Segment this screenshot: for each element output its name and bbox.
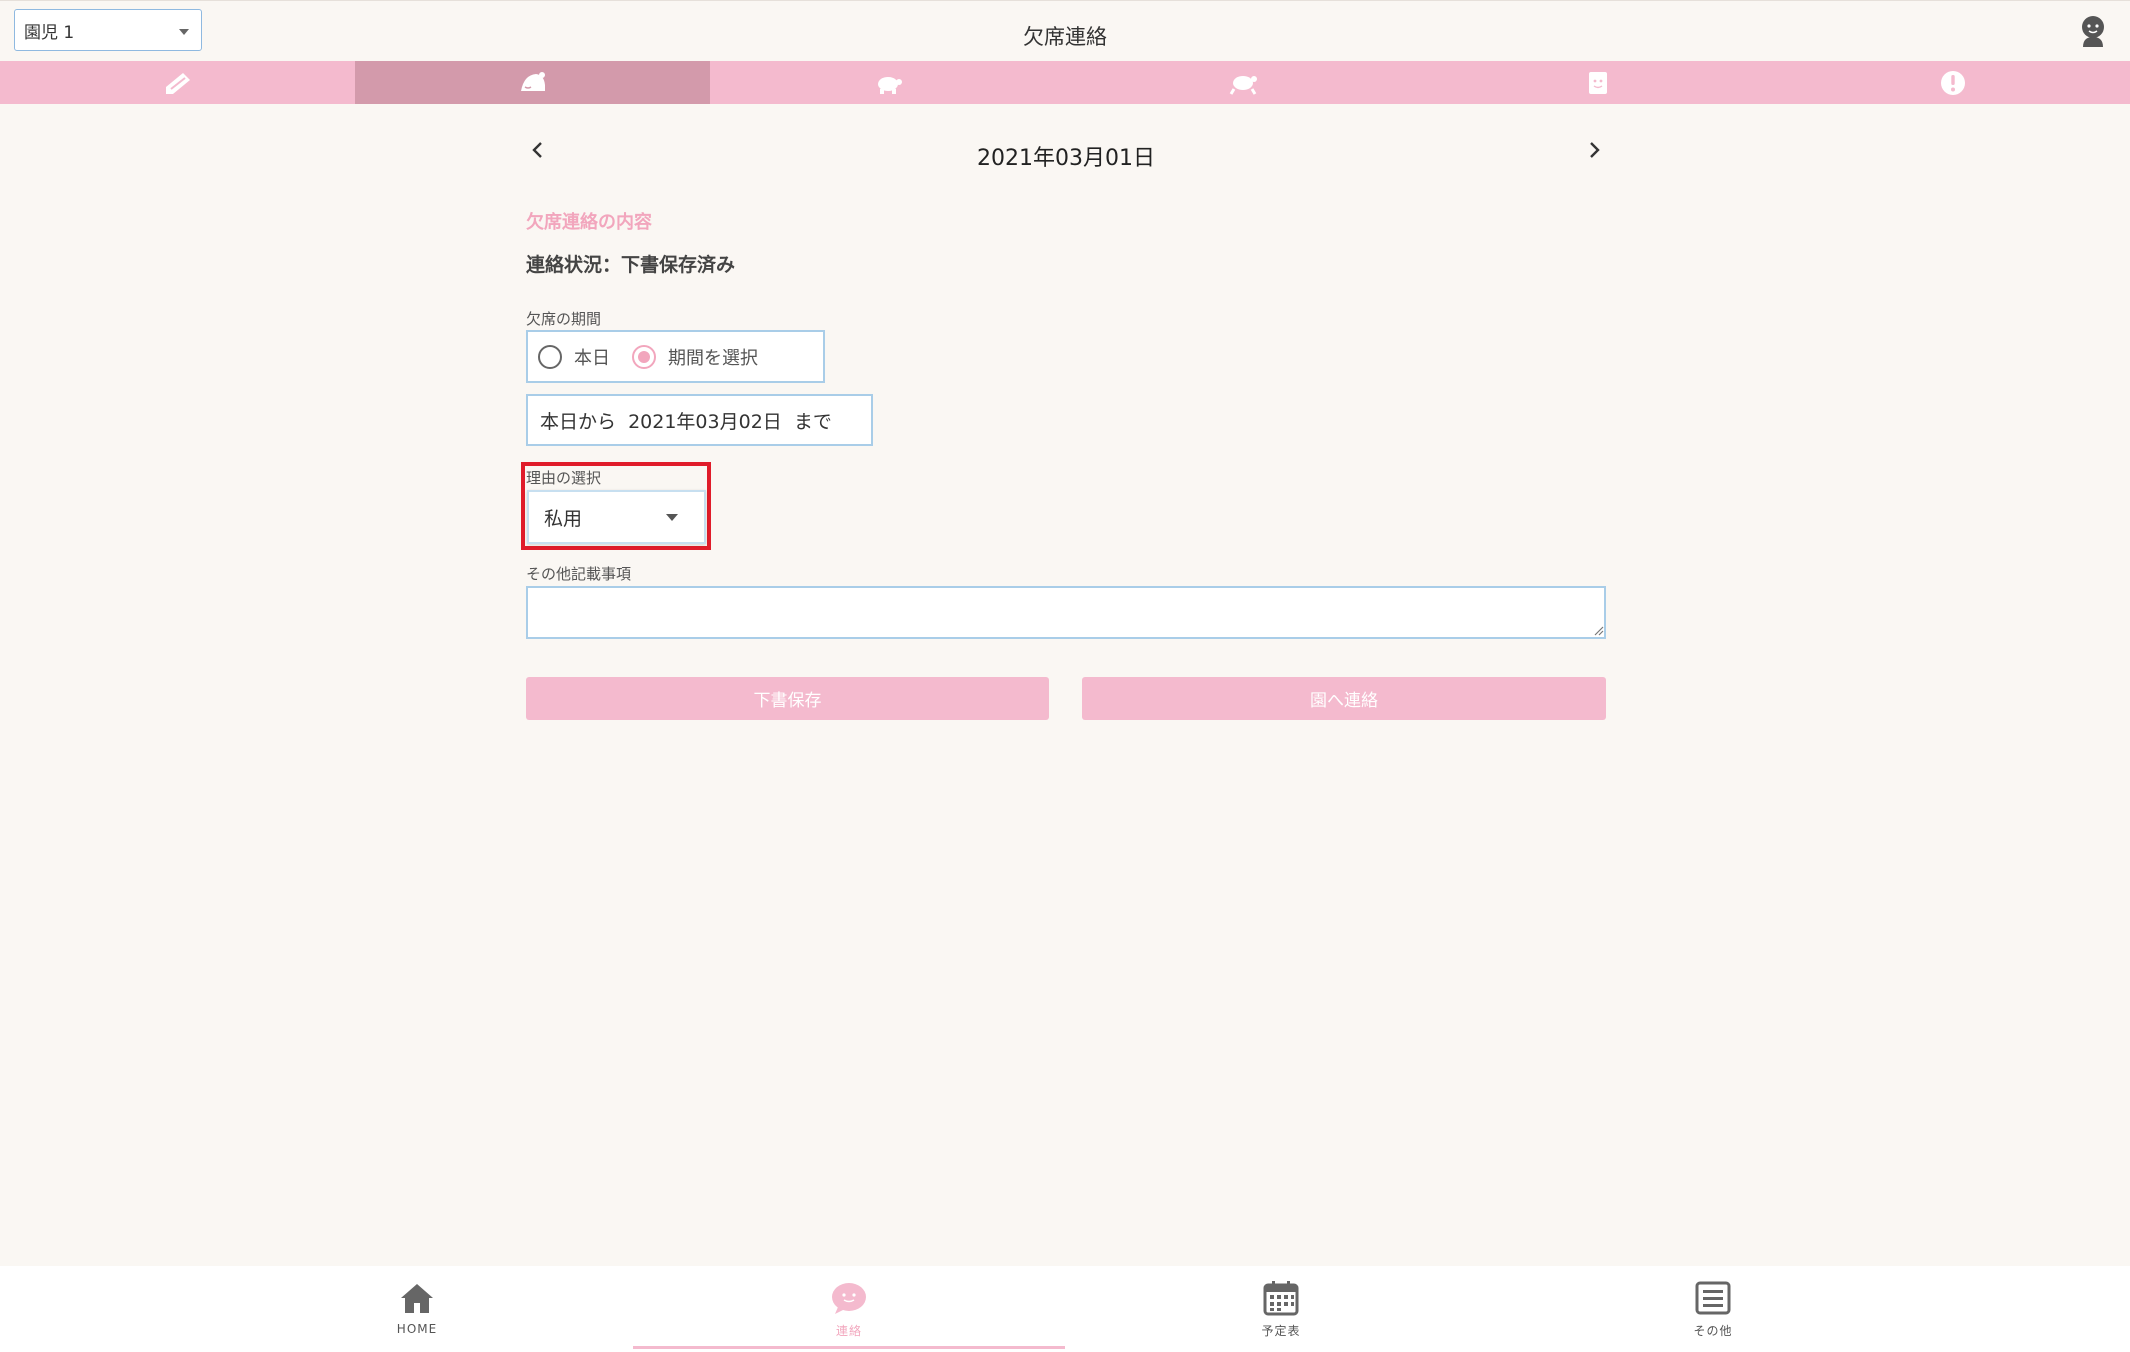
nav-other-label: その他 — [1693, 1324, 1733, 1338]
next-date-button[interactable] — [1582, 138, 1606, 162]
nav-contact-label: 連絡 — [835, 1324, 862, 1338]
app-header: 園児 1 欠席連絡 — [0, 0, 2130, 61]
section-title: 欠席連絡の内容 — [526, 212, 652, 233]
radio-today-label: 本日 — [574, 347, 610, 369]
radio-today-circle[interactable] — [538, 344, 562, 369]
date-navigation: 2021年03月01日 — [526, 130, 1606, 180]
page-title: 欠席連絡 — [1023, 25, 1107, 49]
period-label: 欠席の期間 — [526, 310, 602, 328]
nav-home-label: HOME — [396, 1322, 438, 1336]
turtle-run-icon — [1229, 75, 1257, 95]
notes-textarea[interactable] — [526, 586, 1606, 639]
radio-range-label: 期間を選択 — [668, 347, 758, 369]
period-date-field[interactable]: 本日から 2021年03月02日 まで — [526, 394, 873, 446]
reason-select-value: 私用 — [544, 507, 583, 530]
save-draft-button[interactable]: 下書保存 — [526, 677, 1049, 720]
radio-range[interactable]: 期間を選択 — [632, 344, 758, 370]
nav-contact[interactable]: 連絡 — [633, 1266, 1065, 1352]
alert-icon — [1940, 70, 1965, 95]
notes-label: その他記載事項 — [526, 565, 632, 583]
category-tabbar — [0, 61, 2130, 104]
user-avatar-icon[interactable] — [2078, 15, 2108, 47]
tab-absence[interactable] — [355, 61, 710, 104]
sleeping-cap-icon — [520, 71, 545, 91]
home-icon — [401, 1284, 433, 1313]
chevron-right-icon — [1590, 142, 1600, 158]
nav-schedule[interactable]: 予定表 — [1065, 1266, 1497, 1352]
tab-early-leave[interactable] — [1065, 61, 1420, 104]
radio-range-circle[interactable] — [632, 344, 656, 369]
resize-grip-icon[interactable] — [1592, 624, 1604, 636]
turtle-icon — [877, 76, 902, 94]
chat-bubble-icon — [832, 1283, 866, 1314]
tab-alert[interactable] — [1775, 61, 2130, 104]
tab-pickup[interactable] — [1420, 61, 1775, 104]
tab-late[interactable] — [710, 61, 1065, 104]
calendar-icon — [1263, 1281, 1299, 1316]
nav-schedule-label: 予定表 — [1261, 1324, 1301, 1338]
period-radio-group: 本日 期間を選択 — [526, 330, 825, 383]
nav-other[interactable]: その他 — [1497, 1266, 1929, 1352]
bottom-navigation: HOME 連絡 予定表 その他 — [0, 1266, 2130, 1352]
face-card-icon — [1588, 71, 1607, 94]
caret-down-icon — [666, 514, 678, 521]
current-date: 2021年03月01日 — [977, 146, 1155, 171]
contact-status: 連絡状況：下書保存済み — [526, 254, 736, 276]
menu-list-icon — [1695, 1281, 1731, 1315]
reason-select[interactable]: 私用 — [527, 490, 706, 544]
pencil-note-icon — [165, 72, 190, 94]
radio-today[interactable]: 本日 — [538, 344, 610, 370]
nav-home[interactable]: HOME — [201, 1266, 633, 1352]
tab-contact-note[interactable] — [0, 61, 355, 104]
send-to-school-button[interactable]: 園へ連絡 — [1082, 677, 1606, 720]
